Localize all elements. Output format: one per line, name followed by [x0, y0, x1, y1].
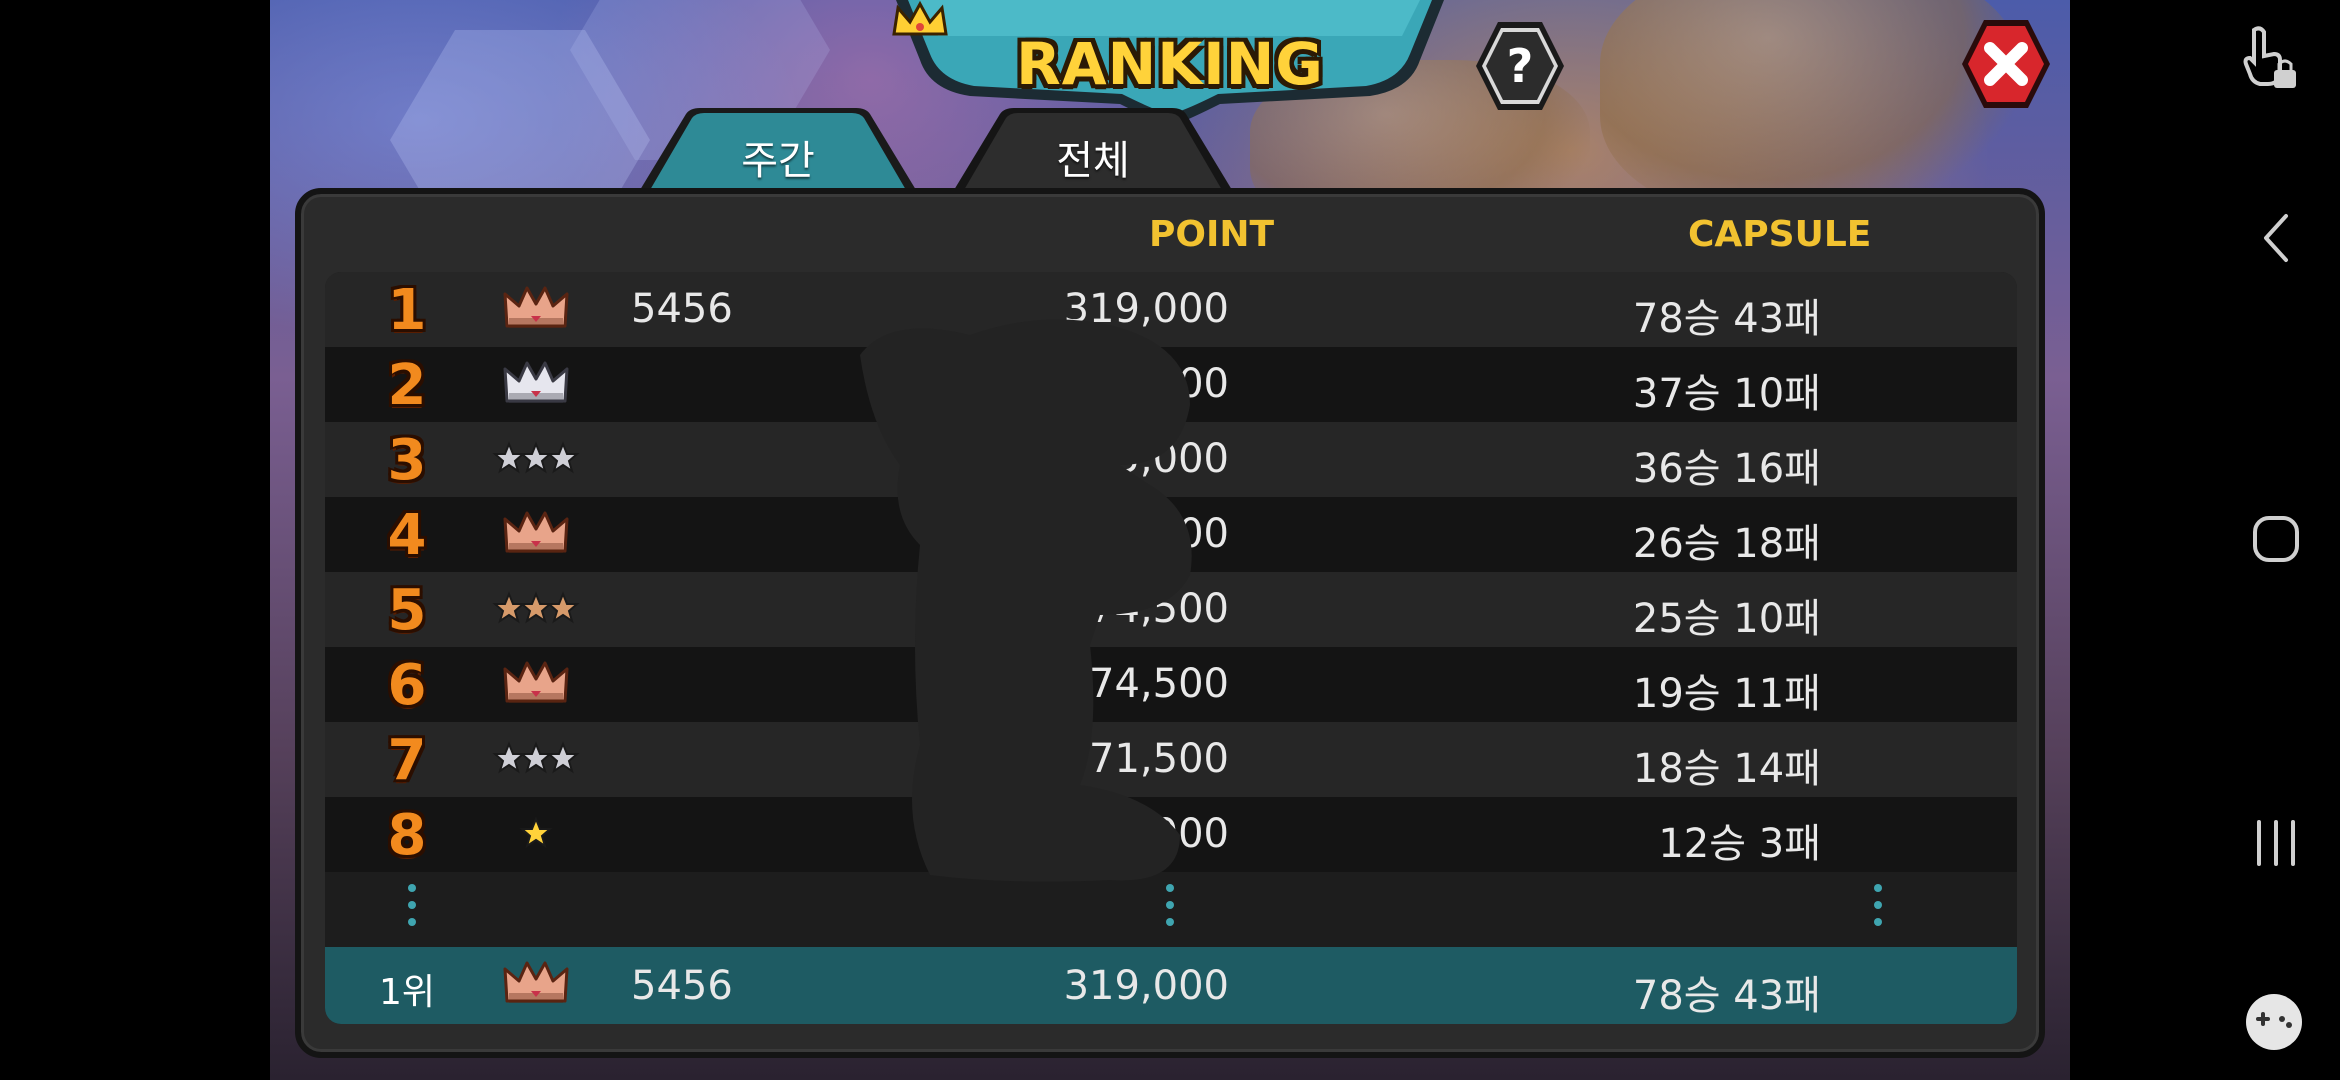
close-button[interactable]	[1960, 16, 2052, 112]
question-mark-icon: ?	[1476, 22, 1564, 110]
my-capsule-record: 78승 43패	[1632, 973, 1821, 1019]
capsule-record: 12승 3패	[1658, 821, 1821, 867]
column-header-capsule: CAPSULE	[1688, 214, 1872, 255]
capsule-record: 26승 18패	[1632, 521, 1821, 567]
close-x-icon	[1962, 20, 2050, 108]
rank-number: 6	[387, 653, 427, 718]
my-rank-position: 1위	[378, 972, 436, 1013]
bronze-crown-icon	[501, 957, 571, 1009]
svg-text:?: ?	[1507, 39, 1534, 93]
ellipsis-dots	[1165, 884, 1175, 935]
tab-all[interactable]: 전체	[954, 108, 1232, 190]
column-header-point: POINT	[1149, 214, 1275, 255]
tab-all-label: 전체	[1056, 138, 1130, 184]
capsule-record: 36승 16패	[1632, 446, 1821, 492]
rank-number: 2	[387, 353, 427, 418]
capsule-record: 18승 14패	[1632, 746, 1821, 792]
rank-number: 1	[387, 278, 427, 343]
home-icon[interactable]	[2251, 514, 2301, 564]
tab-weekly[interactable]: 주간	[640, 108, 916, 190]
capsule-record: 37승 10패	[1632, 371, 1821, 417]
background-monster	[1600, 0, 2020, 220]
ellipsis-dots	[1873, 884, 1883, 935]
tab-weekly-label: 주간	[741, 138, 815, 184]
gold-1-star-icon	[501, 807, 571, 859]
capsule-record: 78승 43패	[1632, 296, 1821, 342]
rank-number: 7	[387, 728, 427, 793]
bronze-3-stars-icon	[492, 582, 580, 634]
my-player-name: 5456	[631, 963, 733, 1009]
my-point: 319,000	[1063, 963, 1229, 1009]
bronze-crown-icon	[501, 282, 571, 334]
player-name: 5456	[631, 286, 733, 332]
game-controller-icon[interactable]	[2244, 992, 2304, 1052]
bronze-crown-icon	[501, 507, 571, 559]
help-button[interactable]: ?	[1474, 20, 1566, 112]
game-screen: RANKING ? 주간 전체 POINT CAPSULE 1 5456 319…	[270, 0, 2070, 1080]
bronze-crown-icon	[501, 657, 571, 709]
rank-number: 4	[387, 503, 427, 568]
rank-number: 8	[387, 803, 427, 868]
redaction-scribble	[860, 319, 1192, 882]
my-rank-row: 1위 5456 319,000 78승 43패	[325, 947, 2017, 1024]
silver-3-stars-icon	[492, 432, 580, 484]
capsule-record: 25승 10패	[1632, 596, 1821, 642]
silver-crown-icon	[501, 357, 571, 409]
rank-number: 5	[387, 578, 427, 643]
recents-icon[interactable]	[2251, 818, 2301, 868]
page-title: RANKING	[1016, 30, 1324, 98]
touch-lock-icon[interactable]	[2240, 24, 2300, 94]
rank-number: 3	[387, 428, 427, 493]
back-icon[interactable]	[2256, 210, 2296, 266]
silver-3-stars-icon	[492, 732, 580, 784]
capsule-record: 19승 11패	[1632, 671, 1821, 717]
ellipsis-dots	[407, 884, 417, 935]
